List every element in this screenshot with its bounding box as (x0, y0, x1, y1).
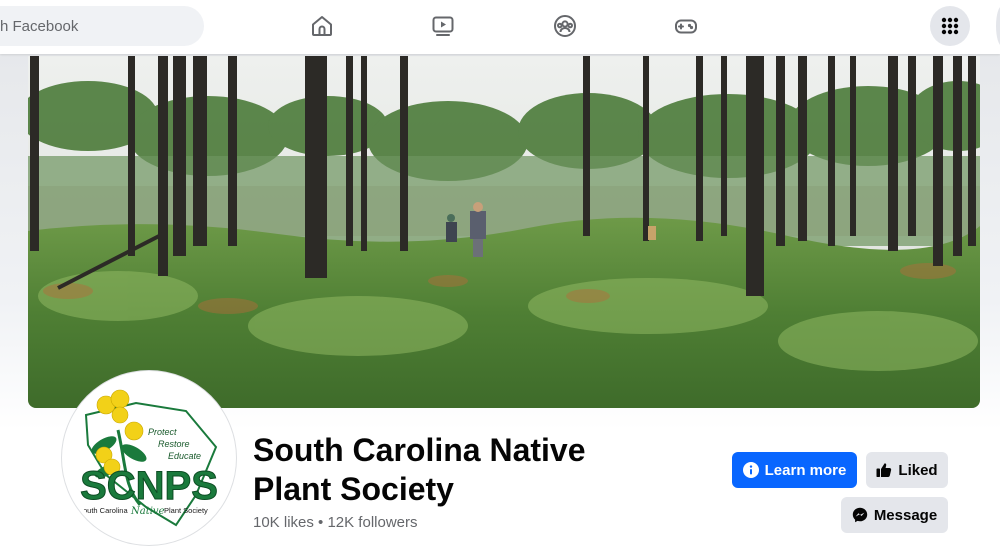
logo-tagline-educate: Educate (168, 451, 201, 461)
liked-button[interactable]: Liked (866, 452, 948, 488)
learn-more-label: Learn more (764, 461, 847, 479)
page-title-line-2: Plant Society (253, 471, 454, 507)
apps-menu-button[interactable] (930, 6, 970, 46)
message-button[interactable]: Message (841, 497, 948, 533)
info-icon (742, 462, 759, 478)
logo-tagline-restore: Restore (158, 439, 190, 449)
logo-subtitle-left: South Carolina (78, 506, 128, 515)
thumbs-up-icon (876, 463, 892, 477)
gaming-icon[interactable] (672, 12, 700, 40)
logo-subtitle-script: Native (130, 506, 165, 517)
watch-icon[interactable] (429, 12, 457, 40)
messenger-icon (852, 507, 868, 523)
groups-icon[interactable] (551, 12, 579, 40)
messenger-button-partial[interactable] (996, 6, 1000, 46)
page-profile-picture[interactable]: Protect Restore Educate SCNPS South Caro… (62, 371, 236, 545)
logo-tagline-protect: Protect (148, 427, 177, 437)
search-input[interactable]: h Facebook (0, 6, 204, 46)
top-navigation-bar: h Facebook (0, 0, 1000, 54)
home-icon[interactable] (308, 12, 336, 40)
page-title-line-1: South Carolina Native (253, 432, 586, 468)
learn-more-button[interactable]: Learn more (732, 452, 857, 488)
search-placeholder: h Facebook (0, 17, 79, 35)
apps-grid-icon (941, 17, 959, 35)
logo-subtitle-right: Plant Society (164, 506, 208, 515)
cover-photo[interactable] (28, 56, 980, 408)
message-label: Message (873, 506, 938, 524)
liked-label: Liked (898, 461, 938, 479)
page-title: South Carolina Native Plant Society (253, 431, 633, 509)
page-stats[interactable]: 10K likes • 12K followers (253, 514, 418, 531)
logo-acronym: SCNPS (80, 464, 218, 508)
